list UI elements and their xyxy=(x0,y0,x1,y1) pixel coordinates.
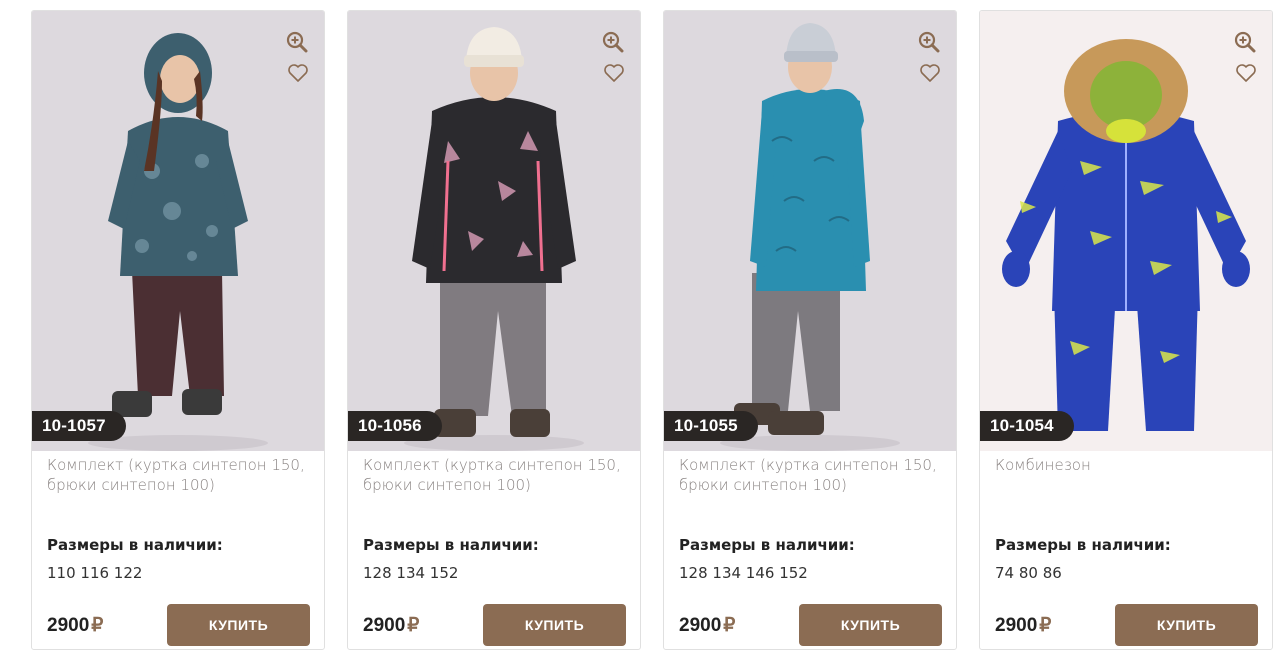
price: 2900 ₽ xyxy=(363,614,419,637)
price: 2900 ₽ xyxy=(995,614,1051,637)
zoom-in-icon[interactable] xyxy=(286,31,308,53)
product-card: 10-1054 Комбинезон Размеры в наличии: 74… xyxy=(979,10,1273,650)
price-value: 2900 xyxy=(363,615,406,636)
heart-icon[interactable] xyxy=(603,63,625,83)
article-badge: 10-1055 xyxy=(664,411,758,441)
sizes-list: 128 134 152 xyxy=(363,564,459,582)
sizes-label: Размеры в наличии: xyxy=(679,536,855,554)
article-badge: 10-1057 xyxy=(32,411,126,441)
heart-icon[interactable] xyxy=(287,63,309,83)
price: 2900 ₽ xyxy=(47,614,103,637)
price: 2900 ₽ xyxy=(679,614,735,637)
heart-icon[interactable] xyxy=(1235,63,1257,83)
product-grid: 10-1057 Комплект (куртка синтепон 150, б… xyxy=(0,0,1280,660)
ruble-icon: ₽ xyxy=(91,615,104,636)
product-photo[interactable]: 10-1055 xyxy=(664,11,956,451)
product-image xyxy=(720,23,900,451)
product-card: 10-1057 Комплект (куртка синтепон 150, б… xyxy=(31,10,325,650)
sizes-list: 74 80 86 xyxy=(995,564,1062,582)
product-image xyxy=(1002,39,1250,431)
price-value: 2900 xyxy=(679,615,722,636)
product-card: 10-1056 Комплект (куртка синтепон 150, б… xyxy=(347,10,641,650)
buy-button[interactable]: КУПИТЬ xyxy=(799,604,942,646)
sizes-label: Размеры в наличии: xyxy=(363,536,539,554)
buy-button[interactable]: КУПИТЬ xyxy=(167,604,310,646)
product-name[interactable]: Комплект (куртка синтепон 150, брюки син… xyxy=(47,455,317,495)
sizes-label: Размеры в наличии: xyxy=(47,536,223,554)
product-name[interactable]: Комбинезон xyxy=(995,455,1265,475)
article-badge: 10-1054 xyxy=(980,411,1074,441)
sizes-list: 128 134 146 152 xyxy=(679,564,808,582)
heart-icon[interactable] xyxy=(919,63,941,83)
zoom-in-icon[interactable] xyxy=(918,31,940,53)
product-card: 10-1055 Комплект (куртка синтепон 150, б… xyxy=(663,10,957,650)
product-photo[interactable]: 10-1054 xyxy=(980,11,1272,451)
product-image xyxy=(88,33,268,451)
zoom-in-icon[interactable] xyxy=(1234,31,1256,53)
buy-button[interactable]: КУПИТЬ xyxy=(1115,604,1258,646)
product-name[interactable]: Комплект (куртка синтепон 150, брюки син… xyxy=(363,455,633,495)
price-value: 2900 xyxy=(47,615,90,636)
article-badge: 10-1056 xyxy=(348,411,442,441)
price-value: 2900 xyxy=(995,615,1038,636)
ruble-icon: ₽ xyxy=(407,615,420,636)
sizes-list: 110 116 122 xyxy=(47,564,143,582)
product-photo[interactable]: 10-1057 xyxy=(32,11,324,451)
buy-button[interactable]: КУПИТЬ xyxy=(483,604,626,646)
zoom-in-icon[interactable] xyxy=(602,31,624,53)
product-name[interactable]: Комплект (куртка синтепон 150, брюки син… xyxy=(679,455,949,495)
product-image xyxy=(404,27,584,451)
ruble-icon: ₽ xyxy=(1039,615,1052,636)
ruble-icon: ₽ xyxy=(723,615,736,636)
product-photo[interactable]: 10-1056 xyxy=(348,11,640,451)
sizes-label: Размеры в наличии: xyxy=(995,536,1171,554)
